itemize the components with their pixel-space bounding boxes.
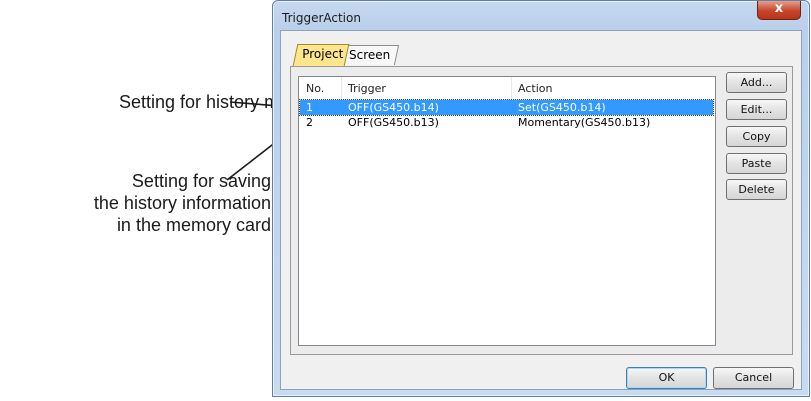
cancel-button[interactable]: Cancel <box>713 367 794 389</box>
tab-panel-project: No. Trigger Action 1 OFF(GS450.b14) Set(… <box>290 66 793 355</box>
column-header-trigger[interactable]: Trigger <box>348 82 386 95</box>
close-button[interactable]: x <box>757 1 801 20</box>
row-no: 1 <box>306 101 313 114</box>
paste-button[interactable]: Paste <box>726 153 787 174</box>
add-button[interactable]: Add... <box>726 72 787 93</box>
tab-project[interactable]: Project <box>292 44 350 66</box>
row-trigger: OFF(GS450.b13) <box>348 116 439 129</box>
delete-button[interactable]: Delete <box>726 179 787 200</box>
title-bar[interactable]: TriggerAction x <box>273 1 809 31</box>
tab-project-label: Project <box>302 47 344 61</box>
trigger-list[interactable]: No. Trigger Action 1 OFF(GS450.b14) Set(… <box>298 76 716 346</box>
column-header-action[interactable]: Action <box>518 82 552 95</box>
row-action: Momentary(GS450.b13) <box>518 116 651 129</box>
table-row[interactable]: 2 OFF(GS450.b13) Momentary(GS450.b13) <box>300 115 713 130</box>
close-icon: x <box>774 1 784 16</box>
annotation-memory-card-line-1: Setting for saving <box>131 171 271 191</box>
row-action: Set(GS450.b14) <box>518 101 606 114</box>
column-divider[interactable] <box>341 77 342 99</box>
annotation-memory-card-line-2: the history information <box>93 193 271 213</box>
annotation-memory-card: Setting for saving the history informati… <box>61 170 271 236</box>
list-header: No. Trigger Action <box>299 77 715 100</box>
copy-button[interactable]: Copy <box>726 126 787 147</box>
dialog-client-area: Project Screen No. Trigger Action 1 OFF(… <box>280 30 802 390</box>
tab-screen[interactable]: Screen <box>339 45 400 65</box>
ok-button[interactable]: OK <box>626 367 707 389</box>
annotation-memory-card-line-3: in the memory card <box>116 215 271 235</box>
row-trigger: OFF(GS450.b14) <box>348 101 439 114</box>
dialog-title: TriggerAction <box>282 11 361 25</box>
edit-button[interactable]: Edit... <box>726 99 787 120</box>
tab-screen-label: Screen <box>349 48 391 62</box>
row-no: 2 <box>306 116 313 129</box>
table-row[interactable]: 1 OFF(GS450.b14) Set(GS450.b14) <box>299 99 714 116</box>
trigger-action-dialog: TriggerAction x Project Screen No. Trigg… <box>272 0 810 397</box>
column-header-no[interactable]: No. <box>306 82 324 95</box>
column-divider[interactable] <box>511 77 512 99</box>
